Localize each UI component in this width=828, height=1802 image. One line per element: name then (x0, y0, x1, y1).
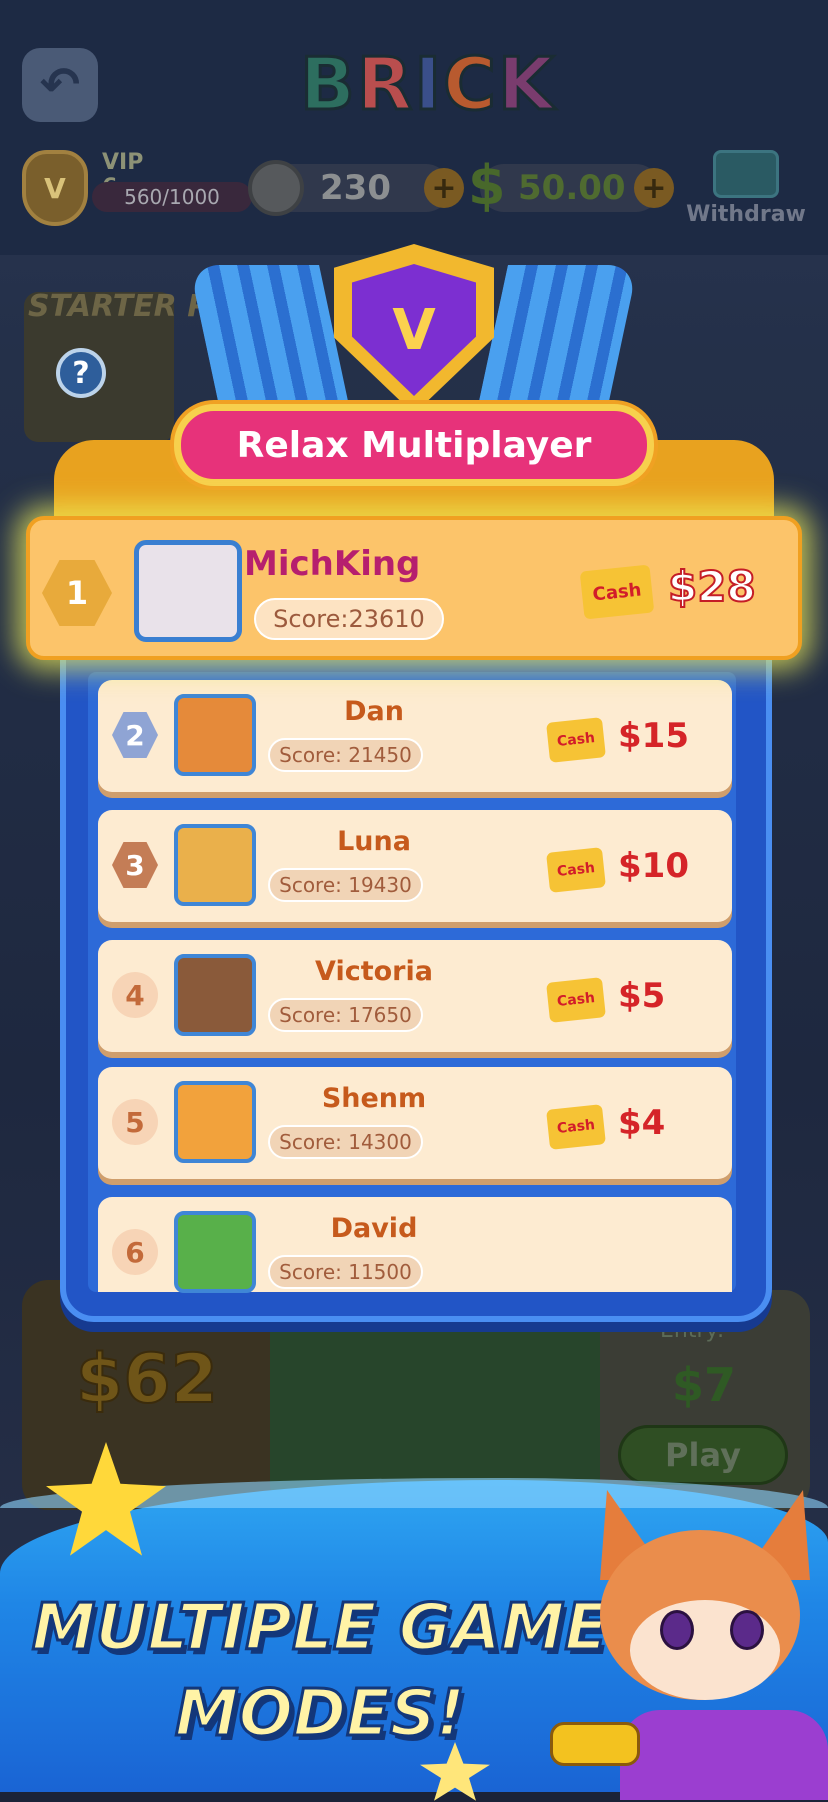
leaderboard-row: 2 Dan Score: 21450 Cash $15 (98, 680, 732, 792)
player-score: Score: 11500 (268, 1255, 423, 1289)
avatar (174, 694, 256, 776)
avatar (174, 824, 256, 906)
background-mode-card (270, 1290, 600, 1510)
player-score: Score: 19430 (268, 868, 423, 902)
vip-gem-icon: V (352, 264, 476, 396)
vip-shield-icon: V (22, 150, 88, 226)
player-name: MichKing (244, 544, 421, 584)
cash-icon: Cash (546, 1104, 606, 1150)
coin-icon (248, 160, 304, 216)
game-controller-icon (550, 1722, 640, 1766)
background-prize-amount: $62 (75, 1339, 219, 1420)
vip-progress-bar: 560/1000 (92, 182, 252, 212)
player-score: Score: 17650 (268, 998, 423, 1032)
prize-amount: $15 (618, 716, 689, 756)
back-arrow-icon: ↶ (39, 57, 81, 113)
leaderboard-row: 3 Luna Score: 19430 Cash $10 (98, 810, 732, 922)
cash-icon: Cash (579, 564, 655, 620)
back-button[interactable]: ↶ (22, 48, 98, 122)
avatar (134, 540, 242, 642)
dollar-icon: $ (468, 154, 506, 217)
background-play-button: Play (618, 1425, 788, 1485)
rank-badge: 6 (112, 1229, 158, 1275)
withdraw-button[interactable]: Withdraw (686, 150, 806, 227)
rank-badge: 5 (112, 1099, 158, 1145)
player-name: Dan (344, 696, 404, 727)
cash-icon: Cash (546, 977, 606, 1023)
player-score: Score: 21450 (268, 738, 423, 772)
add-coins-button[interactable]: + (424, 168, 464, 208)
badge-letter: V (392, 297, 436, 363)
logo-letter: R (355, 41, 415, 128)
logo-letter: I (413, 41, 444, 128)
prize-amount: $28 (667, 561, 757, 612)
prize-amount: $4 (618, 1103, 666, 1143)
vip-badge: V (322, 236, 506, 432)
leaderboard-row: 4 Victoria Score: 17650 Cash $5 (98, 940, 732, 1052)
player-name: Luna (337, 826, 411, 857)
cash-icon: Cash (546, 847, 606, 893)
promo-headline: MULTIPLE GAME MODES! (20, 1585, 620, 1757)
fox-eye (660, 1610, 694, 1650)
coin-balance: 230 + (248, 160, 464, 216)
player-name: David (330, 1213, 418, 1244)
prize-amount: $10 (618, 846, 689, 886)
logo-letter: K (496, 41, 556, 128)
vip-shield-letter: V (44, 171, 66, 205)
rank-badge: 2 (112, 712, 158, 758)
leaderboard-title: Relax Multiplayer (174, 404, 654, 486)
avatar (174, 1081, 256, 1163)
prize-amount: $5 (618, 976, 666, 1016)
withdraw-icon (713, 150, 779, 198)
fox-body (620, 1710, 828, 1800)
cash-icon: Cash (546, 717, 606, 763)
avatar (174, 1211, 256, 1293)
leaderboard-top-row: 1 MichKing Score:23610 Cash $28 (26, 516, 802, 660)
promo-line-1: MULTIPLE GAME (30, 1590, 609, 1667)
background-entry-amount: $7 (672, 1358, 737, 1412)
player-name: Victoria (315, 956, 433, 987)
help-button[interactable]: ? (56, 348, 106, 398)
logo-letter: C (442, 41, 498, 128)
player-name: Shenm (321, 1083, 427, 1114)
fox-eye (730, 1610, 764, 1650)
brick-logo: BRICK (299, 41, 556, 128)
cash-amount: 50.00 (518, 168, 626, 208)
add-cash-button[interactable]: + (634, 168, 674, 208)
rank-badge: 3 (112, 842, 158, 888)
leaderboard-row: 6 David Score: 11500 (98, 1197, 732, 1293)
promo-line-2: MODES! (173, 1676, 466, 1753)
avatar (174, 954, 256, 1036)
cash-balance: $ 50.00 + (468, 154, 674, 217)
coin-amount: 230 (320, 168, 391, 208)
rank-gold-badge: 1 (42, 560, 112, 626)
player-score: Score:23610 (254, 598, 444, 640)
rank-badge: 4 (112, 972, 158, 1018)
player-score: Score: 14300 (268, 1125, 423, 1159)
logo-letter: B (299, 41, 357, 128)
fox-mascot (550, 1490, 828, 1800)
leaderboard-row: 5 Shenm Score: 14300 Cash $4 (98, 1067, 732, 1179)
withdraw-label: Withdraw (686, 202, 806, 227)
